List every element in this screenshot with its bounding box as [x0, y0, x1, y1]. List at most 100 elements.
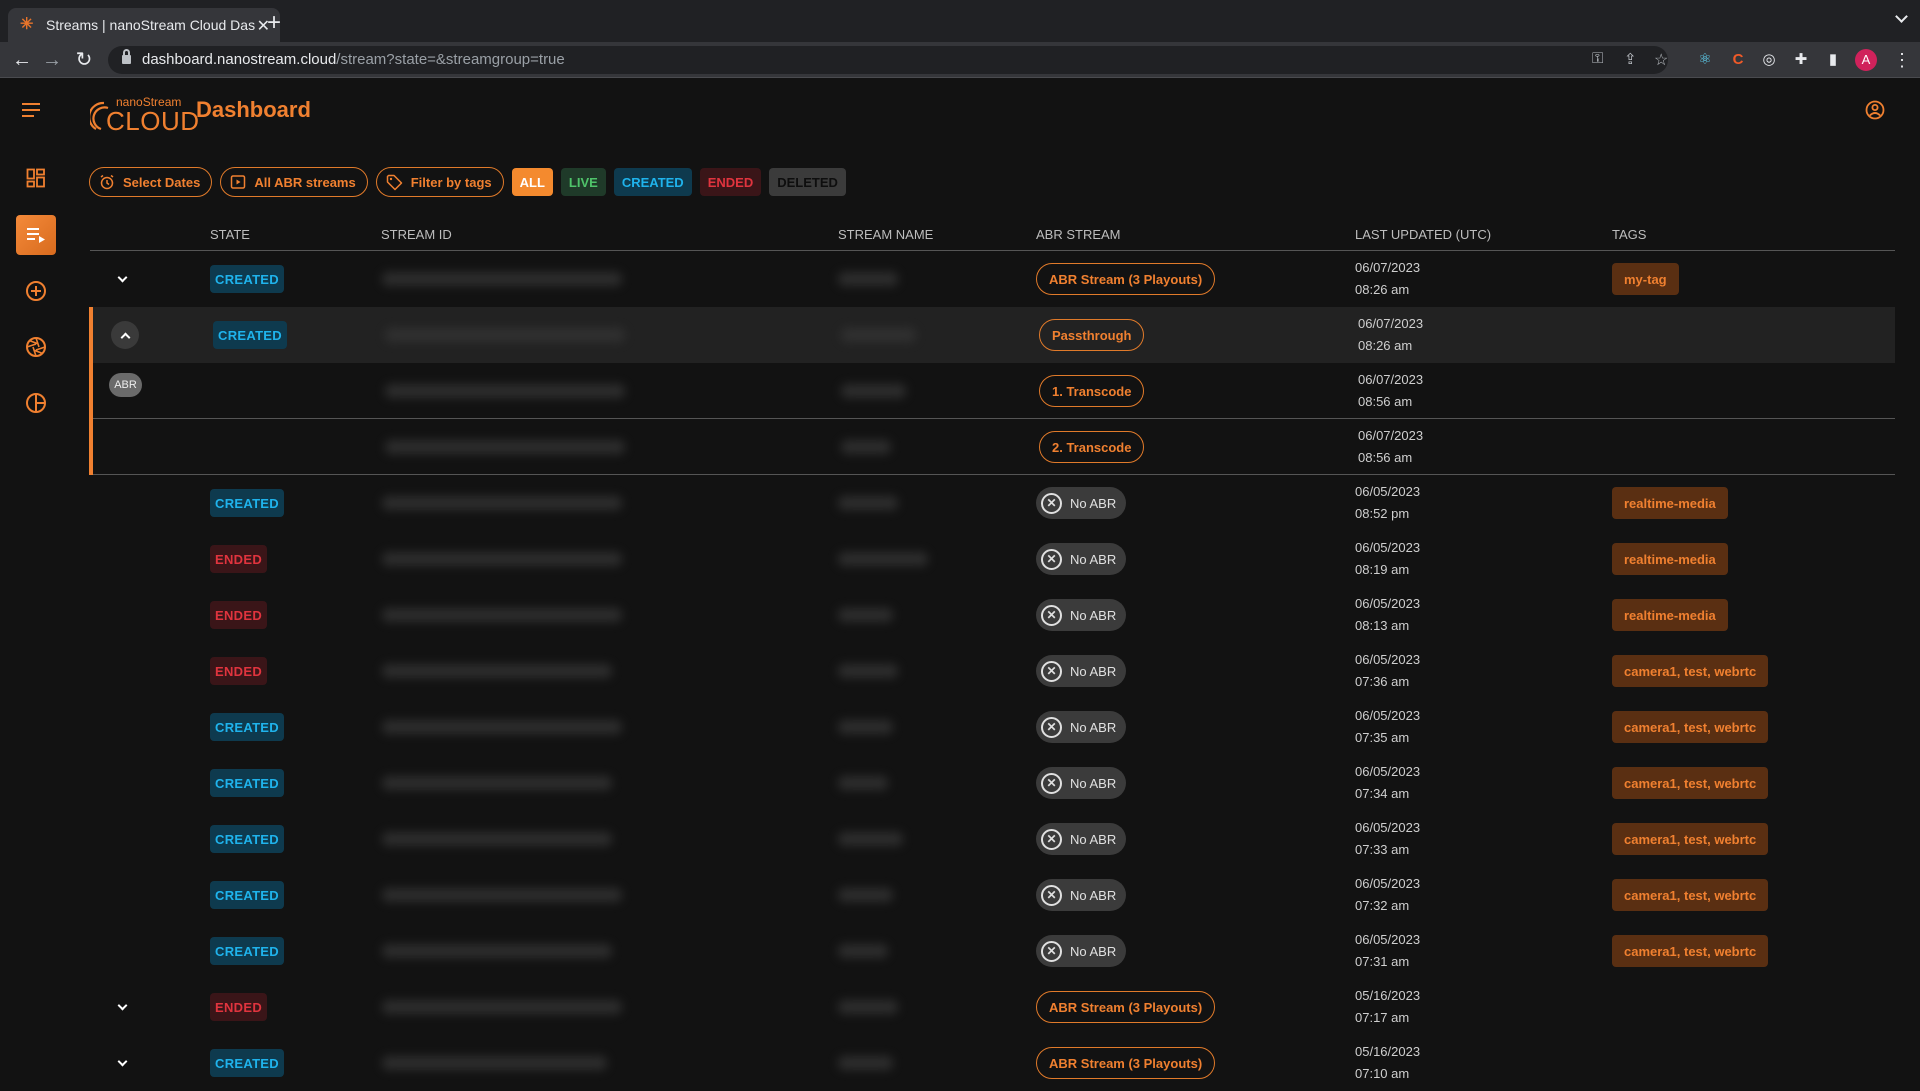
last-updated-time: 08:26 am: [1355, 282, 1410, 297]
abr-streams-button[interactable]: All ABR streams: [220, 167, 368, 197]
table-row[interactable]: CREATED ✕ No ABR 06/05/2023 08:52 pm realtime…: [90, 475, 1895, 531]
stream-id-redacted[interactable]: [385, 384, 625, 398]
extension-c-icon[interactable]: C: [1727, 49, 1749, 71]
stream-id-redacted[interactable]: [382, 888, 622, 902]
table-row[interactable]: CREATED ✕ No ABR 06/05/2023 07:32 am camera1,…: [90, 867, 1895, 923]
back-icon[interactable]: ←: [10, 48, 34, 72]
column-header-stream-name[interactable]: STREAM NAME: [838, 227, 933, 242]
reload-icon[interactable]: ↻: [72, 48, 96, 72]
lock-icon[interactable]: [122, 49, 131, 64]
tag-chip[interactable]: realtime-media: [1612, 487, 1728, 519]
stream-id-redacted[interactable]: [382, 272, 622, 286]
table-row[interactable]: CREATED ABR Stream (3 Playouts) 06/07/2023…: [90, 251, 1895, 307]
browser-menu-icon[interactable]: ⋮: [1893, 48, 1911, 72]
browser-tab[interactable]: ✳ Streams | nanoStream Cloud Dashboard ✕: [8, 8, 280, 42]
expand-row-button[interactable]: [108, 1049, 136, 1077]
table-row[interactable]: ENDED ✕ No ABR 06/05/2023 07:36 am camera1, t…: [90, 643, 1895, 699]
share-icon[interactable]: ⇪: [1624, 50, 1637, 68]
stream-id-redacted[interactable]: [385, 440, 625, 454]
stream-id-redacted[interactable]: [382, 776, 612, 790]
column-header-abr-stream[interactable]: ABR STREAM: [1036, 227, 1121, 242]
filter-by-tags-button[interactable]: Filter by tags: [375, 167, 504, 197]
abr-stream-group: ABR CREATED Passthrough 06/07/2023 08:26 am 1…: [89, 307, 1895, 475]
stream-id-redacted[interactable]: [382, 1000, 622, 1014]
last-updated-date: 06/07/2023: [1358, 316, 1424, 331]
stream-id-redacted[interactable]: [382, 1056, 607, 1070]
chevron-down-icon: [117, 1000, 127, 1010]
stream-id-redacted[interactable]: [382, 496, 622, 510]
column-header-state[interactable]: STATE: [210, 227, 250, 242]
stream-id-redacted[interactable]: [382, 552, 622, 566]
tag-chip[interactable]: my-tag: [1612, 263, 1679, 295]
side-panel-icon[interactable]: ▮: [1822, 49, 1844, 71]
close-circle-icon: ✕: [1041, 548, 1062, 570]
table-row[interactable]: CREATED ✕ No ABR 06/05/2023 07:34 am camera1,…: [90, 755, 1895, 811]
table-row[interactable]: ENDED ✕ No ABR 06/05/2023 08:13 am realtime-m…: [90, 587, 1895, 643]
state-filter-ended[interactable]: ENDED: [699, 168, 762, 196]
password-key-icon[interactable]: ⚿: [1592, 50, 1603, 67]
column-header-tags[interactable]: TAGS: [1612, 227, 1646, 242]
tab-search-chevron-icon[interactable]: [1895, 10, 1908, 23]
table-row[interactable]: CREATED ✕ No ABR 06/05/2023 07:31 am camera1,…: [90, 923, 1895, 979]
tag-chip[interactable]: realtime-media: [1612, 543, 1728, 575]
sidebar-item-dashboard[interactable]: [16, 158, 56, 198]
tag-chip[interactable]: camera1, test, webrtc: [1612, 767, 1769, 799]
sidebar-item-create-stream[interactable]: [16, 271, 56, 311]
last-updated-time: 07:34 am: [1355, 786, 1410, 801]
table-row[interactable]: CREATED ✕ No ABR 06/05/2023 07:35 am camera1,…: [90, 699, 1895, 755]
table-row[interactable]: ENDED ✕ No ABR 06/05/2023 08:19 am realtime-m…: [90, 531, 1895, 587]
abr-stream-button[interactable]: ABR Stream (3 Playouts): [1036, 263, 1216, 295]
stream-id-redacted[interactable]: [382, 944, 612, 958]
table-row[interactable]: 2. Transcode 06/07/2023 08:56 am: [93, 419, 1895, 475]
sidebar-item-apertures[interactable]: [16, 327, 56, 367]
stream-id-redacted[interactable]: [382, 664, 612, 678]
stream-id-redacted[interactable]: [382, 832, 612, 846]
address-bar[interactable]: dashboard.nanostream.cloud/stream?state=…: [108, 46, 1668, 74]
profile-avatar[interactable]: A: [1855, 49, 1877, 71]
sidebar-item-streams[interactable]: [16, 215, 56, 255]
user-account-icon[interactable]: [1865, 100, 1885, 120]
tag-chip[interactable]: realtime-media: [1612, 599, 1728, 631]
tag-chip[interactable]: camera1, test, webrtc: [1612, 879, 1769, 911]
state-filter-created[interactable]: CREATED: [613, 168, 692, 196]
url-text[interactable]: dashboard.nanostream.cloud/stream?state=…: [142, 51, 565, 68]
state-filter-live[interactable]: LIVE: [560, 168, 606, 196]
abr-stream-button[interactable]: Passthrough: [1039, 319, 1145, 351]
bookmark-star-icon[interactable]: ☆: [1654, 50, 1668, 70]
abr-stream-button[interactable]: 2. Transcode: [1039, 431, 1145, 463]
abr-stream-button[interactable]: 1. Transcode: [1039, 375, 1145, 407]
stream-id-redacted[interactable]: [382, 720, 622, 734]
tag-chip[interactable]: camera1, test, webrtc: [1612, 935, 1769, 967]
table-row[interactable]: CREATED ✕ No ABR 06/05/2023 07:33 am camera1,…: [90, 811, 1895, 867]
expand-row-button[interactable]: [108, 265, 136, 293]
state-badge: CREATED: [210, 937, 284, 965]
abr-stream-button[interactable]: ABR Stream (3 Playouts): [1036, 991, 1216, 1023]
expand-row-button[interactable]: [108, 993, 136, 1021]
select-dates-button[interactable]: Select Dates: [89, 167, 213, 197]
column-header-stream-id[interactable]: STREAM ID: [381, 227, 452, 242]
stream-id-redacted[interactable]: [385, 328, 625, 342]
table-row[interactable]: 1. Transcode 06/07/2023 08:56 am: [93, 363, 1895, 419]
state-filter-all[interactable]: ALL: [511, 168, 553, 196]
no-abr-label: No ABR: [1070, 551, 1117, 567]
url-path: /stream?state=&streamgroup=true: [336, 51, 565, 68]
sidebar-item-analytics[interactable]: [16, 383, 56, 423]
abr-streams-label: All ABR streams: [254, 174, 356, 190]
tag-chip[interactable]: camera1, test, webrtc: [1612, 655, 1769, 687]
table-row[interactable]: ENDED ABR Stream (3 Playouts) 05/16/2023 07…: [90, 979, 1895, 1035]
column-header-last-updated[interactable]: LAST UPDATED (UTC): [1355, 227, 1491, 242]
collapse-row-button[interactable]: [111, 321, 139, 349]
abr-stream-button[interactable]: ABR Stream (3 Playouts): [1036, 1047, 1216, 1079]
table-row[interactable]: CREATED ABR Stream (3 Playouts) 05/16/2023…: [90, 1035, 1895, 1091]
state-filter-deleted[interactable]: DELETED: [769, 168, 846, 196]
new-tab-button[interactable]: +: [260, 10, 288, 38]
tag-chip[interactable]: camera1, test, webrtc: [1612, 711, 1769, 743]
extensions-puzzle-icon[interactable]: ✚: [1790, 49, 1812, 71]
hamburger-menu-icon[interactable]: [22, 103, 42, 117]
forward-icon[interactable]: →: [40, 48, 64, 72]
stream-id-redacted[interactable]: [382, 608, 622, 622]
tag-chip[interactable]: camera1, test, webrtc: [1612, 823, 1769, 855]
extension-target-icon[interactable]: ◎: [1758, 49, 1780, 71]
table-row[interactable]: CREATED Passthrough 06/07/2023 08:26 am: [93, 307, 1895, 363]
react-devtools-extension-icon[interactable]: ⚛: [1694, 49, 1716, 71]
